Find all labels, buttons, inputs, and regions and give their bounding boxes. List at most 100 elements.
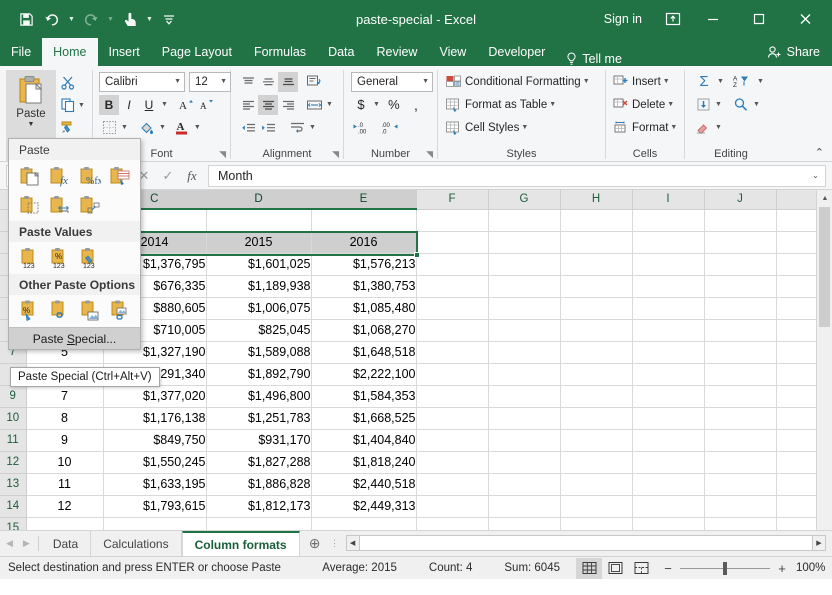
cell-e[interactable]: $1,576,213 — [311, 253, 417, 276]
cell-d[interactable]: $931,170 — [206, 429, 312, 452]
cell-e[interactable]: 2016 — [311, 231, 417, 254]
cell-c[interactable]: $1,793,615 — [103, 495, 207, 518]
align-right-button[interactable] — [278, 95, 298, 115]
paste-transpose-icon[interactable] — [76, 191, 104, 218]
paste-values-icon[interactable]: 123 — [16, 244, 44, 271]
paste-formatting-only-icon[interactable]: % — [16, 297, 44, 324]
cell-g[interactable] — [488, 341, 561, 364]
cell-h[interactable] — [560, 297, 633, 320]
collapse-ribbon-icon[interactable]: ⌃ — [815, 146, 824, 159]
cell-j[interactable] — [704, 363, 777, 386]
cell-h[interactable] — [560, 451, 633, 474]
cell-d[interactable]: $1,251,783 — [206, 407, 312, 430]
cell-i[interactable] — [632, 209, 705, 232]
cell-j[interactable] — [704, 253, 777, 276]
column-header-f[interactable]: F — [416, 190, 489, 210]
cell-h[interactable] — [560, 385, 633, 408]
cell-e[interactable]: $1,068,270 — [311, 319, 417, 342]
cell-d[interactable]: $1,189,938 — [206, 275, 312, 298]
paste-values-source-formatting-icon[interactable]: 123 — [76, 244, 104, 271]
autosum-dropdown-icon[interactable]: ▼ — [717, 78, 724, 85]
paste-picture-icon[interactable] — [76, 297, 104, 324]
cell-d[interactable] — [206, 517, 312, 530]
page-layout-view-icon[interactable] — [602, 558, 628, 579]
cell-d[interactable] — [206, 209, 312, 232]
conditional-formatting-dropdown-icon[interactable]: ▼ — [583, 78, 590, 85]
cell-e[interactable]: $1,584,353 — [311, 385, 417, 408]
increase-decimal-button[interactable]: .0.00 — [351, 118, 377, 138]
cell-h[interactable] — [560, 495, 633, 518]
cell-g[interactable] — [488, 275, 561, 298]
cell-e[interactable]: $1,380,753 — [311, 275, 417, 298]
cell-d[interactable]: $825,045 — [206, 319, 312, 342]
paste-special-menu-item[interactable]: Paste Special... — [9, 327, 140, 349]
cell-f[interactable] — [416, 231, 489, 254]
cell-b[interactable]: 7 — [26, 385, 104, 408]
cell-d[interactable]: $1,827,288 — [206, 451, 312, 474]
paste-keep-source-column-widths-icon[interactable] — [46, 191, 74, 218]
cell-f[interactable] — [416, 473, 489, 496]
cell-e[interactable]: $2,440,518 — [311, 473, 417, 496]
cell-f[interactable] — [416, 429, 489, 452]
paste-all-icon[interactable] — [16, 162, 44, 189]
row-header[interactable]: 14 — [0, 495, 27, 518]
copy-dropdown-icon[interactable]: ▼ — [78, 102, 85, 109]
cell-b[interactable]: 11 — [26, 473, 104, 496]
cell-i[interactable] — [632, 297, 705, 320]
row-header[interactable]: 12 — [0, 451, 27, 474]
zoom-level-label[interactable]: 100% — [796, 562, 832, 574]
cell-e[interactable] — [311, 209, 417, 232]
share-button[interactable]: Share — [759, 38, 832, 66]
cell-g[interactable] — [488, 451, 561, 474]
zoom-out-button[interactable]: − — [662, 561, 674, 576]
decrease-indent-button[interactable] — [238, 118, 258, 138]
tab-review[interactable]: Review — [365, 38, 428, 66]
delete-cells-dropdown-icon[interactable]: ▼ — [667, 101, 674, 108]
cell-i[interactable] — [632, 517, 705, 530]
format-as-table-button[interactable]: Format as Table ▼ — [445, 93, 556, 116]
wrap-text-dropdown-icon[interactable]: ▼ — [309, 124, 316, 131]
cell-c[interactable]: $1,377,020 — [103, 385, 207, 408]
minimize-button[interactable] — [690, 4, 736, 34]
paste-no-borders-icon[interactable] — [16, 191, 44, 218]
paste-formatting-icon[interactable] — [106, 162, 134, 189]
tab-split-handle[interactable]: ⋮ — [330, 531, 340, 556]
insert-function-icon[interactable]: fx — [180, 165, 204, 187]
sign-in-button[interactable]: Sign in — [590, 12, 656, 26]
cell-e[interactable]: $2,449,313 — [311, 495, 417, 518]
scroll-right-icon[interactable]: ▶ — [812, 535, 826, 551]
chevron-down-icon[interactable]: ▼ — [174, 78, 181, 85]
cell-i[interactable] — [632, 319, 705, 342]
tab-formulas[interactable]: Formulas — [243, 38, 317, 66]
cell-e[interactable]: $1,818,240 — [311, 451, 417, 474]
autosum-button[interactable]: Σ — [693, 72, 715, 92]
percent-format-button[interactable]: % — [384, 95, 404, 115]
cell-f[interactable] — [416, 275, 489, 298]
clear-button[interactable] — [693, 118, 713, 138]
grow-font-button[interactable]: A — [176, 95, 196, 115]
cell-d[interactable]: $1,886,828 — [206, 473, 312, 496]
decrease-decimal-button[interactable]: .00.0 — [379, 118, 405, 138]
cell-f[interactable] — [416, 319, 489, 342]
enter-icon[interactable]: ✓ — [156, 165, 180, 187]
cell-g[interactable] — [488, 517, 561, 530]
zoom-slider[interactable] — [680, 561, 770, 575]
align-center-button[interactable] — [258, 94, 278, 115]
font-color-dropdown-icon[interactable]: ▼ — [194, 124, 201, 131]
cell-f[interactable] — [416, 297, 489, 320]
number-dialog-launcher-icon[interactable]: ◥ — [426, 149, 433, 160]
cell-j[interactable] — [704, 495, 777, 518]
font-dialog-launcher-icon[interactable]: ◥ — [219, 149, 226, 160]
sort-and-filter-button[interactable]: AZ — [731, 72, 755, 92]
align-top-button[interactable] — [238, 72, 258, 92]
cell-j[interactable] — [704, 275, 777, 298]
find-and-select-button[interactable] — [731, 95, 751, 115]
cell-i[interactable] — [632, 451, 705, 474]
cell-d[interactable]: 2015 — [206, 231, 312, 254]
bold-button[interactable]: B — [99, 94, 119, 115]
orientation-button[interactable] — [304, 72, 324, 92]
cell-e[interactable]: $1,085,480 — [311, 297, 417, 320]
expand-formula-bar-icon[interactable]: ⌄ — [806, 164, 826, 187]
cell-d[interactable]: $1,496,800 — [206, 385, 312, 408]
align-left-button[interactable] — [238, 95, 258, 115]
